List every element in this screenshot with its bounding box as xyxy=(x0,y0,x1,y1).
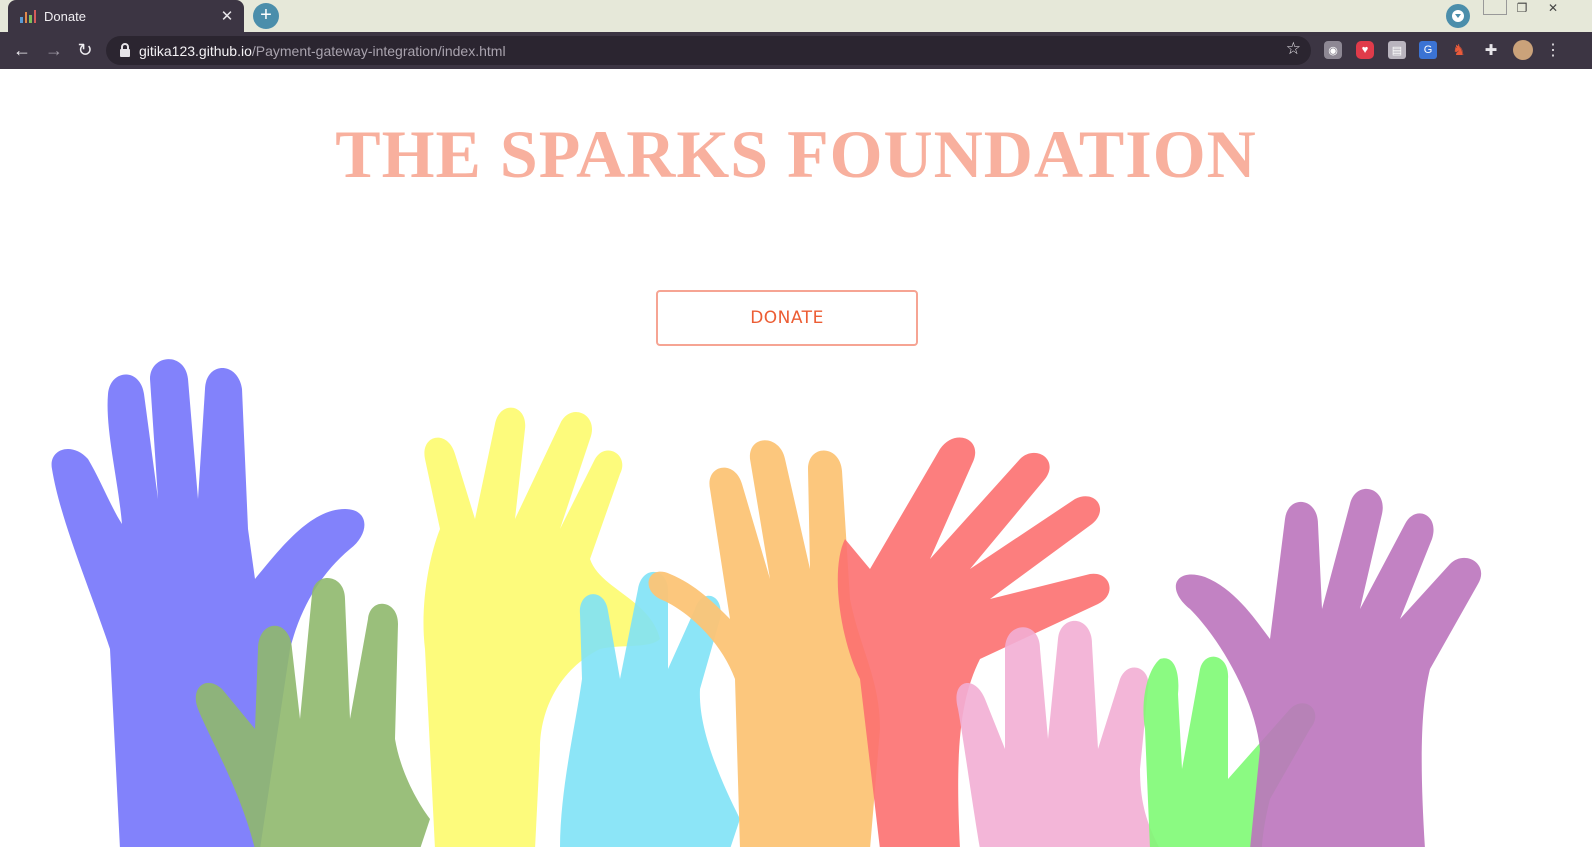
pocket-icon[interactable]: ♥ xyxy=(1356,41,1374,59)
fox-extension-icon[interactable]: ♞ xyxy=(1450,41,1468,59)
lock-icon xyxy=(120,42,130,57)
minimize-icon[interactable] xyxy=(1483,0,1507,15)
tab-title: Donate xyxy=(44,8,86,24)
forward-arrow-icon[interactable]: → xyxy=(42,38,66,62)
restore-icon[interactable]: ❐ xyxy=(1509,0,1535,18)
back-arrow-icon[interactable]: ← xyxy=(10,38,34,62)
screenshot-camera-icon[interactable]: ◉ xyxy=(1324,41,1342,59)
url-path: /Payment-gateway-integration/index.html xyxy=(251,42,506,59)
raised-hands-illustration xyxy=(51,359,1482,847)
reload-icon[interactable]: ↻ xyxy=(73,38,97,62)
url-host: gitika123.github.io xyxy=(139,42,252,59)
browser-tab-donate[interactable]: Donate ✕ xyxy=(8,0,244,32)
browser-toolbar: ← → ↻ gitika123.github.io/Payment-gatewa… xyxy=(0,32,1592,70)
profile-avatar-icon[interactable] xyxy=(1513,40,1533,60)
page-viewport: THE SPARKS FOUNDATION DONATE xyxy=(0,69,1592,847)
window-close-icon[interactable]: ✕ xyxy=(1540,0,1566,18)
bar-chart-icon xyxy=(20,9,36,23)
tab-strip: Donate ✕ + ❐ ✕ xyxy=(0,0,1592,32)
reader-mode-icon[interactable]: ▤ xyxy=(1388,41,1406,59)
close-icon[interactable]: ✕ xyxy=(216,7,238,25)
extensions-puzzle-icon[interactable]: ✚ xyxy=(1482,41,1500,59)
page-title: THE SPARKS FOUNDATION xyxy=(335,116,1257,192)
translate-icon[interactable]: G xyxy=(1419,41,1437,59)
tab-search-icon[interactable] xyxy=(1446,4,1470,28)
new-tab-button[interactable]: + xyxy=(253,3,279,29)
bookmark-star-icon[interactable]: ☆ xyxy=(1286,39,1301,59)
address-bar[interactable]: gitika123.github.io/Payment-gateway-inte… xyxy=(106,36,1311,65)
donate-button[interactable]: DONATE xyxy=(656,290,918,346)
kebab-menu-icon[interactable]: ⋮ xyxy=(1545,41,1561,59)
